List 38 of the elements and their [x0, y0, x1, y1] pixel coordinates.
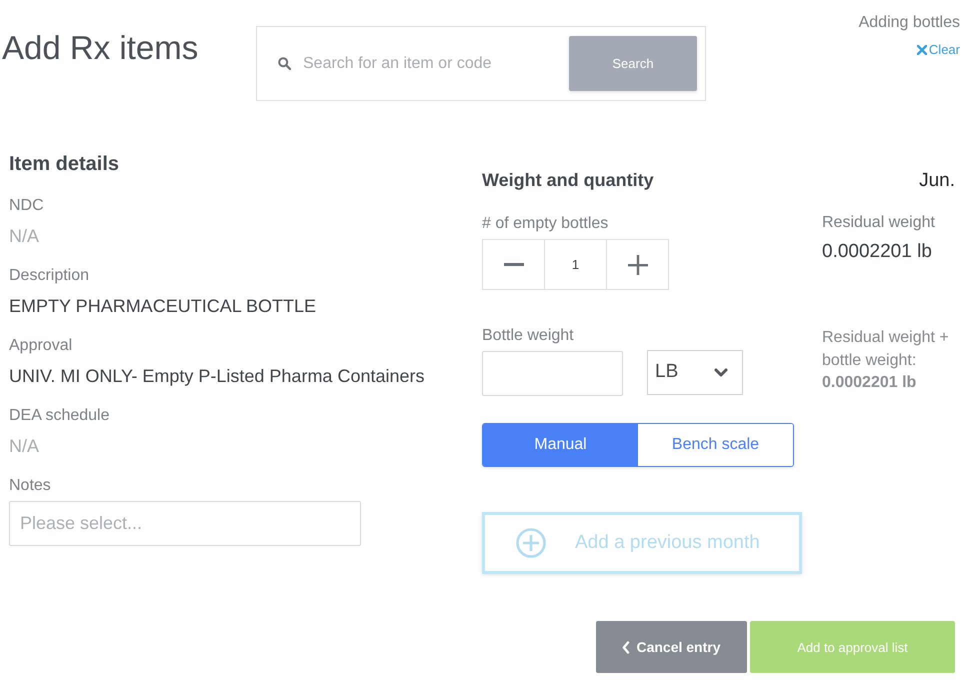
- minus-icon: [504, 263, 524, 266]
- field-value: N/A: [9, 225, 40, 248]
- clear-link[interactable]: Clear: [916, 42, 960, 58]
- plus-icon: [628, 254, 648, 274]
- chevron-down-icon: [714, 368, 728, 376]
- field-label: Approval: [9, 336, 74, 356]
- quantity-field[interactable]: 1: [544, 239, 607, 290]
- decrement-button[interactable]: [482, 239, 545, 290]
- plus-circle-icon: [516, 528, 546, 558]
- field-value: N/A: [9, 435, 40, 458]
- bottle-weight-input[interactable]: [482, 351, 623, 396]
- increment-button[interactable]: [606, 239, 669, 290]
- total-weight-value: 0.0002201 lb: [822, 373, 916, 393]
- field-label: Description: [9, 266, 90, 286]
- field-label: # of empty bottles: [482, 214, 608, 234]
- cancel-button[interactable]: Cancel entry: [596, 621, 747, 673]
- field-label: Residual weight + bottle weight:: [822, 328, 950, 371]
- page-title: Add Rx items: [2, 28, 200, 68]
- notes-select[interactable]: Please select...: [9, 501, 361, 546]
- section-heading: Weight and quantity: [482, 169, 654, 192]
- field-label: Residual weight: [822, 213, 935, 233]
- chevron-left-icon: [622, 640, 630, 654]
- close-icon: [916, 45, 927, 55]
- field-label: Bottle weight: [482, 326, 574, 346]
- field-value: UNIV. MI ONLY- Empty P-Listed Pharma Containers: [9, 365, 424, 388]
- search-icon: [278, 57, 291, 70]
- section-heading: Item details: [9, 152, 120, 176]
- residual-weight-value: 0.0002201 lb: [822, 240, 932, 264]
- mode-option[interactable]: Bench scale: [638, 424, 793, 466]
- search-input[interactable]: Search for an item or code: [303, 52, 559, 76]
- mode-option[interactable]: Manual: [483, 424, 638, 466]
- field-value: EMPTY PHARMACEUTICAL BOTTLE: [9, 295, 316, 318]
- month-label: Jun.: [919, 169, 955, 193]
- unit-select[interactable]: LB: [647, 350, 743, 394]
- context-label: Adding bottles: [858, 13, 960, 33]
- field-label: NDC: [9, 196, 44, 216]
- field-label: DEA schedule: [9, 406, 110, 426]
- field-label: Notes: [9, 476, 51, 496]
